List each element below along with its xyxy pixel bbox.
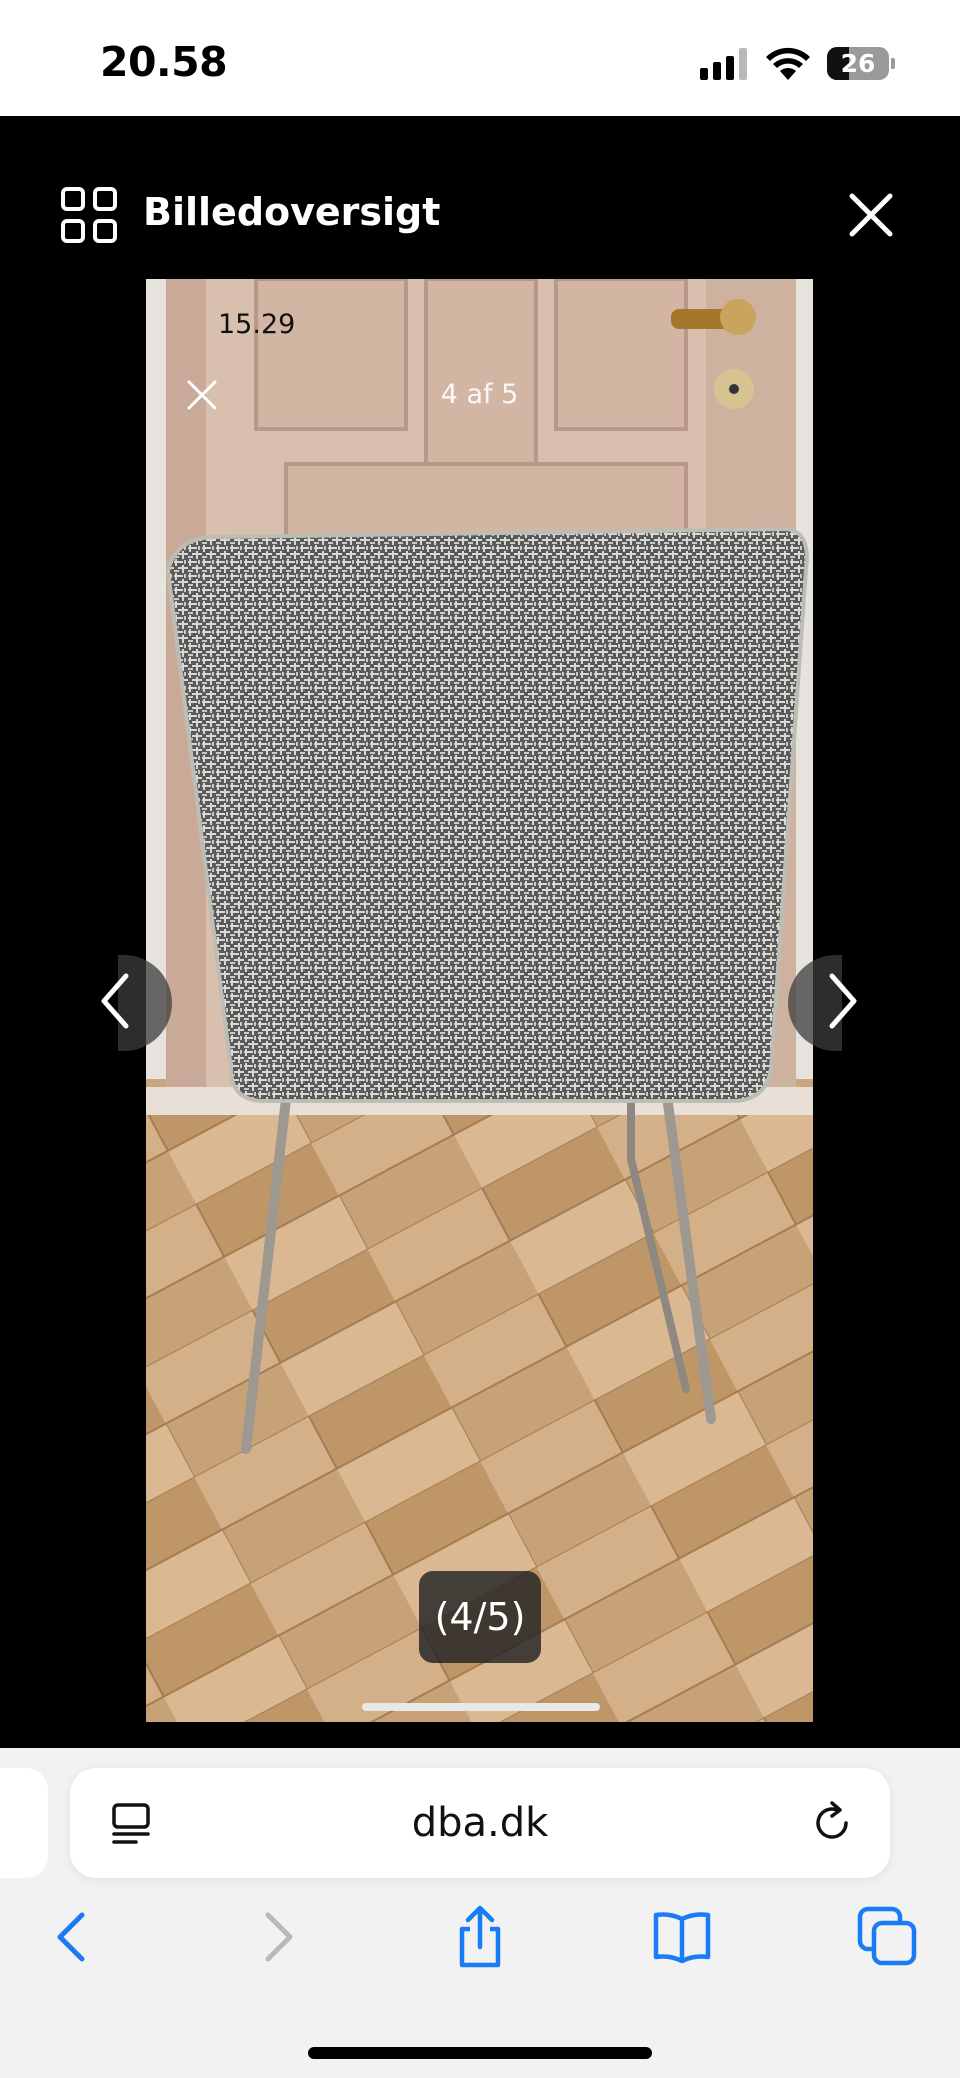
share-icon[interactable] bbox=[448, 1905, 512, 1969]
forward-icon[interactable] bbox=[246, 1905, 310, 1969]
tabs-icon[interactable] bbox=[856, 1905, 920, 1969]
address-text[interactable]: dba.dk bbox=[70, 1768, 890, 1878]
back-icon[interactable] bbox=[40, 1905, 104, 1969]
cellular-signal-icon bbox=[700, 48, 747, 80]
close-icon[interactable] bbox=[846, 190, 896, 240]
chair-photo-illustration bbox=[146, 279, 813, 1722]
viewer-title: Billedoversigt bbox=[143, 190, 441, 234]
home-indicator bbox=[308, 2047, 652, 2059]
grid-icon[interactable] bbox=[60, 186, 118, 244]
reload-icon[interactable] bbox=[810, 1801, 854, 1845]
battery-percentage: 26 bbox=[840, 49, 876, 78]
previous-tab-card[interactable] bbox=[0, 1768, 48, 1878]
wifi-icon bbox=[766, 47, 810, 80]
listing-photo: 15.29 4 af 5 bbox=[146, 279, 813, 1722]
battery-icon: 26 bbox=[827, 47, 889, 80]
chevron-left-icon[interactable] bbox=[90, 968, 144, 1034]
photo-embedded-time: 15.29 bbox=[218, 309, 296, 340]
bookmarks-icon[interactable] bbox=[650, 1905, 714, 1969]
image-count-badge: (4/5) bbox=[419, 1571, 541, 1663]
photo-embedded-counter: 4 af 5 bbox=[440, 379, 519, 410]
battery-cap bbox=[891, 58, 895, 69]
status-time: 20.58 bbox=[100, 38, 228, 86]
photo-home-bar bbox=[362, 1703, 600, 1711]
address-bar[interactable]: dba.dk bbox=[70, 1768, 890, 1878]
chevron-right-icon[interactable] bbox=[814, 968, 868, 1034]
